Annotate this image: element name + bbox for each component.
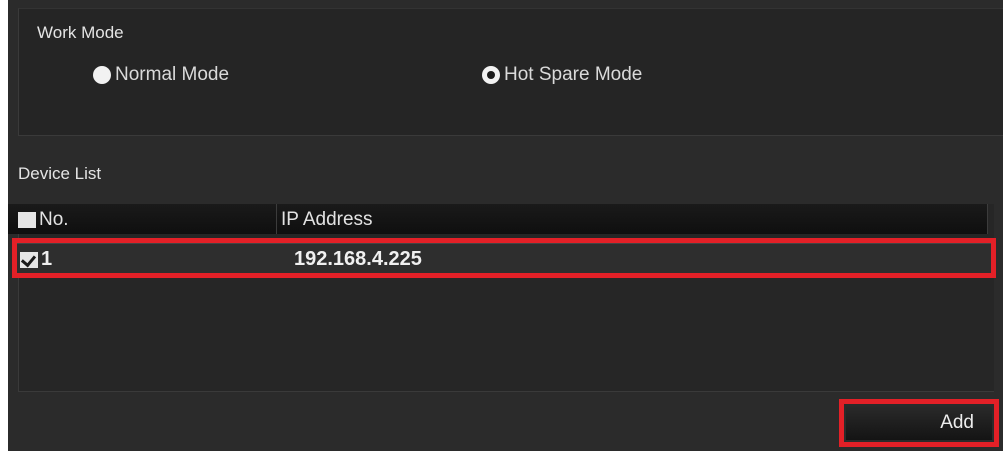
work-mode-group: Work Mode Normal Mode Hot Spare Mode [18, 8, 1003, 136]
table-row[interactable]: 1 192.168.4.225 [12, 238, 996, 278]
add-button-highlight: Add [839, 399, 999, 447]
row-no-cell: 1 [20, 248, 52, 271]
table-header: No. IP Address [8, 204, 988, 234]
add-button[interactable]: Add [846, 406, 992, 440]
radio-selected-icon [482, 66, 500, 84]
row-ip-value: 192.168.4.225 [294, 248, 422, 270]
column-ip-label: IP Address [281, 209, 373, 230]
select-all-checkbox[interactable] [18, 212, 36, 228]
column-no-label: No. [39, 209, 69, 230]
row-ip-cell: 192.168.4.225 [294, 248, 422, 271]
work-mode-title: Work Mode [37, 23, 124, 42]
row-checkbox[interactable] [20, 251, 38, 268]
hot-spare-mode-radio[interactable]: Hot Spare Mode [482, 64, 642, 86]
column-divider [276, 204, 277, 234]
column-divider [987, 204, 988, 234]
hot-spare-settings-screen: Work Mode Normal Mode Hot Spare Mode Dev… [0, 0, 1003, 451]
hot-spare-mode-label: Hot Spare Mode [504, 64, 643, 85]
normal-mode-label: Normal Mode [115, 64, 230, 85]
radio-unselected-icon [93, 66, 111, 84]
device-list-title: Device List [18, 164, 102, 183]
header-ip-address: IP Address [281, 209, 373, 231]
row-no-value: 1 [41, 248, 53, 270]
normal-mode-radio[interactable]: Normal Mode [93, 64, 229, 86]
header-no: No. [18, 209, 69, 231]
row-highlight [17, 243, 991, 273]
